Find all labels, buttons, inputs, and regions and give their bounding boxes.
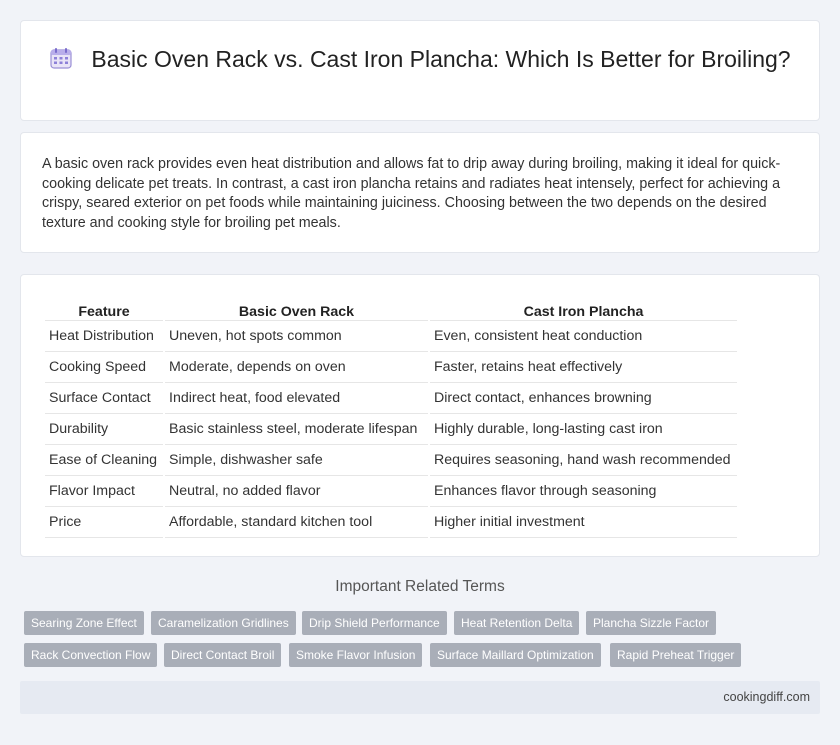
comparison-card: Feature Basic Oven Rack Cast Iron Planch… — [20, 274, 820, 557]
table-row: Flavor Impact Neutral, no added flavor E… — [45, 476, 737, 507]
column-header-feature: Feature — [45, 295, 163, 321]
related-tag[interactable]: Caramelization Gridlines — [151, 611, 296, 635]
table-row: Durability Basic stainless steel, modera… — [45, 414, 737, 445]
table-row: Ease of Cleaning Simple, dishwasher safe… — [45, 445, 737, 476]
feature-cell: Ease of Cleaning — [45, 445, 163, 476]
column-header-plancha: Cast Iron Plancha — [430, 295, 737, 321]
related-tag[interactable]: Direct Contact Broil — [164, 643, 282, 667]
feature-cell: Heat Distribution — [45, 321, 163, 352]
plancha-cell: Enhances flavor through seasoning — [430, 476, 737, 507]
header-card: Basic Oven Rack vs. Cast Iron Plancha: W… — [20, 20, 820, 121]
feature-cell: Durability — [45, 414, 163, 445]
related-tag[interactable]: Drip Shield Performance — [302, 611, 447, 635]
footer: cookingdiff.com — [20, 681, 820, 714]
feature-cell: Surface Contact — [45, 383, 163, 414]
oven-rack-cell: Uneven, hot spots common — [165, 321, 428, 352]
table-row: Surface Contact Indirect heat, food elev… — [45, 383, 737, 414]
table-header-row: Feature Basic Oven Rack Cast Iron Planch… — [45, 295, 737, 321]
feature-cell: Price — [45, 507, 163, 538]
related-tag[interactable]: Smoke Flavor Infusion — [289, 643, 423, 667]
oven-rack-cell: Moderate, depends on oven — [165, 352, 428, 383]
related-tag[interactable]: Rack Convection Flow — [24, 643, 158, 667]
footer-site-link[interactable]: cookingdiff.com — [723, 690, 810, 704]
related-tag[interactable]: Rapid Preheat Trigger — [610, 643, 742, 667]
table-row: Cooking Speed Moderate, depends on oven … — [45, 352, 737, 383]
feature-cell: Cooking Speed — [45, 352, 163, 383]
oven-rack-cell: Affordable, standard kitchen tool — [165, 507, 428, 538]
plancha-cell: Higher initial investment — [430, 507, 737, 538]
plancha-cell: Even, consistent heat conduction — [430, 321, 737, 352]
oven-rack-cell: Indirect heat, food elevated — [165, 383, 428, 414]
table-row: Heat Distribution Uneven, hot spots comm… — [45, 321, 737, 352]
related-tag[interactable]: Heat Retention Delta — [454, 611, 580, 635]
related-terms-heading: Important Related Terms — [335, 578, 505, 595]
page-title-wrap: Basic Oven Rack vs. Cast Iron Plancha: W… — [21, 45, 819, 74]
intro-card: A basic oven rack provides even heat dis… — [20, 132, 820, 253]
plancha-cell: Faster, retains heat effectively — [430, 352, 737, 383]
intro-paragraph: A basic oven rack provides even heat dis… — [42, 156, 781, 231]
calendar-icon — [50, 48, 72, 69]
oven-rack-cell: Basic stainless steel, moderate lifespan — [165, 414, 428, 445]
plancha-cell: Requires seasoning, hand wash recommende… — [430, 445, 737, 476]
page-title: Basic Oven Rack vs. Cast Iron Plancha: W… — [91, 46, 791, 72]
feature-cell: Flavor Impact — [45, 476, 163, 507]
table-row: Price Affordable, standard kitchen tool … — [45, 507, 737, 538]
oven-rack-cell: Simple, dishwasher safe — [165, 445, 428, 476]
related-tag[interactable]: Searing Zone Effect — [24, 611, 144, 635]
related-tag[interactable]: Plancha Sizzle Factor — [586, 611, 717, 635]
plancha-cell: Highly durable, long-lasting cast iron — [430, 414, 737, 445]
comparison-table: Feature Basic Oven Rack Cast Iron Planch… — [43, 295, 739, 538]
column-header-oven-rack: Basic Oven Rack — [165, 295, 428, 321]
oven-rack-cell: Neutral, no added flavor — [165, 476, 428, 507]
plancha-cell: Direct contact, enhances browning — [430, 383, 737, 414]
related-tag[interactable]: Surface Maillard Optimization — [430, 643, 601, 667]
